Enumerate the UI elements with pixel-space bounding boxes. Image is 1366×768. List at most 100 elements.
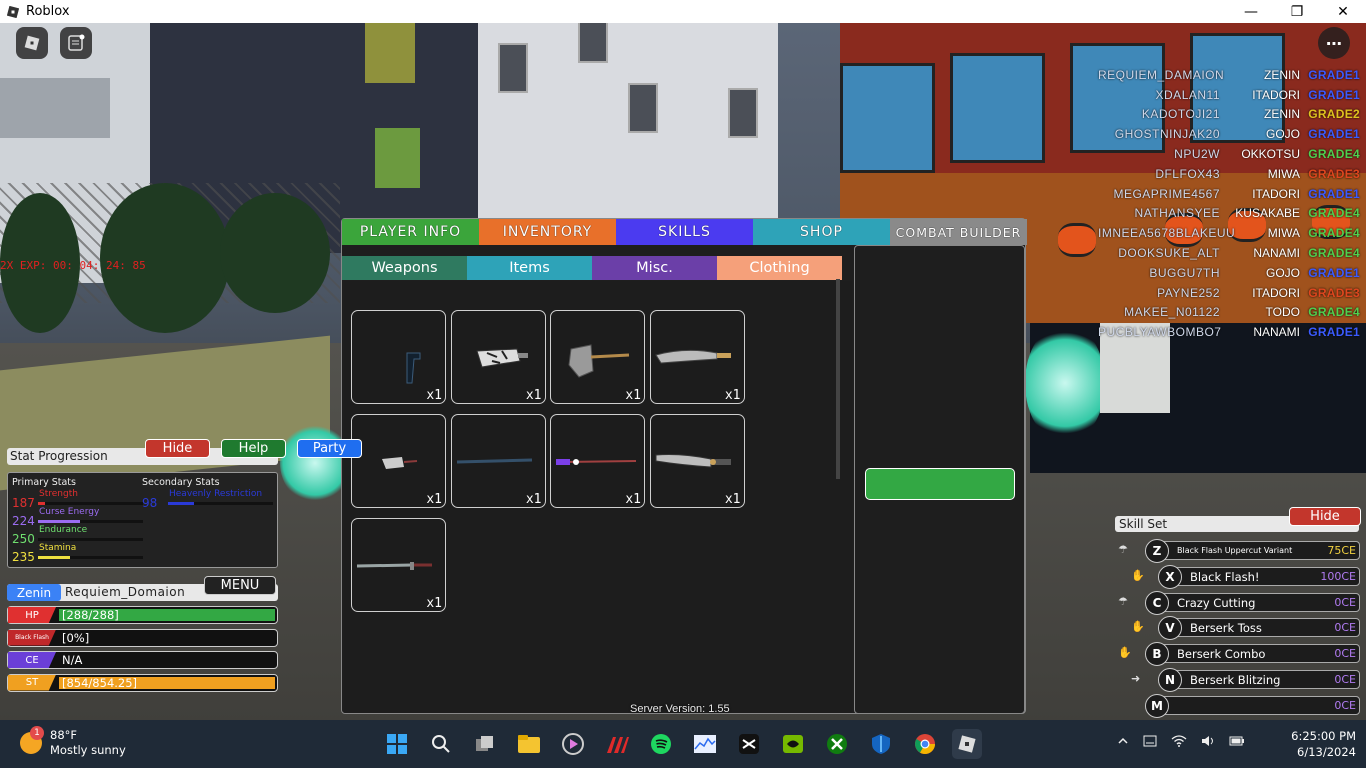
subtab-weapons[interactable]: Weapons — [342, 256, 467, 280]
bar-tag: HP — [8, 607, 56, 623]
skill-cost: 75CE — [1327, 544, 1356, 557]
primary-stats-label: Primary Stats — [12, 477, 76, 488]
player-bar-st: ST [854/854.25] — [7, 673, 278, 692]
restore-button[interactable]: ❐ — [1274, 0, 1320, 23]
stats-hide-button[interactable]: Hide — [145, 439, 210, 458]
skill-cost: 0CE — [1334, 698, 1356, 712]
item-quantity: x1 — [724, 492, 741, 507]
close-button[interactable]: ✕ — [1320, 0, 1366, 23]
leaderboard-row: REQUIEM_DAMAION ZENIN GRADE1 — [1098, 65, 1366, 85]
chevron-up-icon[interactable] — [1117, 735, 1129, 751]
inventory-scrollbar[interactable] — [836, 279, 840, 479]
item-quantity: x1 — [426, 596, 442, 611]
chrome-icon[interactable] — [910, 729, 940, 759]
leaderboard-clan: ZENIN — [1264, 107, 1300, 122]
leaderboard-clan: MIWA — [1267, 226, 1300, 241]
weather-badge: 1 — [30, 726, 44, 740]
leaderboard-row: DFLFOX43 MIWA GRADE3 — [1098, 164, 1366, 184]
defender-icon[interactable] — [866, 729, 896, 759]
leaderboard-row: MAKEE_N01122 TODO GRADE4 — [1098, 303, 1366, 323]
roblox-taskbar-icon[interactable] — [952, 729, 982, 759]
skill-slot-v[interactable]: V Berserk Toss 0CE — [1158, 616, 1360, 641]
weather-widget[interactable]: 1 88°F Mostly sunny — [20, 726, 126, 758]
tab-shop[interactable]: SHOP — [753, 219, 890, 245]
leaderboard-clan: ITADORI — [1252, 285, 1300, 300]
skill-key: B — [1145, 642, 1169, 667]
item-quantity: x1 — [426, 492, 442, 507]
leaderboard-row: MEGAPRIME4567 ITADORI GRADE1 — [1098, 184, 1366, 204]
inventory-slot[interactable]: x1 — [550, 414, 645, 508]
inventory-slot[interactable]: x1 — [649, 310, 745, 404]
exp-buff-timer: 2X EXP: 00: 04: 24: 85 — [0, 259, 146, 272]
leaderboard-row: KADOTOJI21 ZENIN GRADE2 — [1098, 105, 1366, 125]
skill-type-icon: ➜ — [1131, 672, 1141, 685]
menu-button[interactable]: MENU — [204, 576, 276, 595]
minimize-button[interactable]: — — [1228, 0, 1274, 23]
subtab-clothing[interactable]: Clothing — [717, 256, 842, 280]
leaderboard-grade: GRADE4 — [1308, 226, 1360, 241]
task-view-icon[interactable] — [470, 729, 500, 759]
tab-inventory[interactable]: INVENTORY — [479, 219, 616, 245]
player-bar-ce: CE N/A — [7, 651, 278, 669]
skill-slot-z[interactable]: Z Black Flash Uppercut Variant 75CE — [1145, 539, 1360, 563]
spotify-icon[interactable] — [646, 729, 676, 759]
leaderboard-grade: GRADE1 — [1308, 87, 1360, 102]
start-icon[interactable] — [382, 729, 412, 759]
chat-button[interactable] — [60, 27, 92, 59]
leaderboard-row: NATHANSYEE KUSAKABE GRADE4 — [1098, 204, 1366, 224]
equip-button[interactable] — [865, 468, 1015, 500]
volume-icon[interactable] — [1201, 735, 1215, 751]
leaderboard-grade: GRADE1 — [1308, 127, 1360, 142]
roblox-menu-button[interactable] — [16, 27, 48, 59]
media-player-icon[interactable] — [558, 729, 588, 759]
tab-combat-builder[interactable]: COMBAT BUILDER — [890, 219, 1027, 245]
skill-slot-x[interactable]: X Black Flash! 100CE — [1158, 564, 1360, 589]
leaderboard-player-name: REQUIEM_DAMAION — [1098, 67, 1225, 82]
inventory-slot[interactable]: x1 — [351, 518, 446, 612]
game-launcher-icon[interactable] — [602, 729, 632, 759]
battery-icon[interactable] — [1229, 735, 1245, 751]
skill-slot-c[interactable]: C Crazy Cutting 0CE — [1145, 590, 1360, 615]
weather-temp: 88°F — [50, 728, 77, 742]
inventory-slot[interactable]: x1 — [351, 414, 446, 508]
inventory-slot[interactable]: x1 — [450, 414, 546, 508]
leaderboard-grade: GRADE1 — [1308, 67, 1360, 82]
capcut-icon[interactable] — [734, 729, 764, 759]
inventory-slot[interactable]: x1 — [351, 310, 446, 404]
roblox-logo-icon — [6, 5, 20, 19]
party-button[interactable]: Party — [297, 439, 362, 458]
skill-slot-m[interactable]: M 0CE — [1145, 693, 1360, 718]
inventory-slot[interactable]: x1 — [450, 310, 546, 404]
file-explorer-icon[interactable] — [514, 729, 544, 759]
stat-name: Strength — [39, 489, 78, 499]
search-icon[interactable] — [426, 729, 456, 759]
tab-player-info[interactable]: PLAYER INFO — [342, 219, 479, 245]
xbox-icon[interactable] — [822, 729, 852, 759]
inventory-slot[interactable]: x1 — [550, 310, 645, 404]
item-quantity: x1 — [724, 388, 741, 403]
help-button[interactable]: Help — [221, 439, 286, 458]
wifi-icon[interactable] — [1171, 735, 1187, 751]
tab-skills[interactable]: SKILLS — [616, 219, 753, 245]
server-version: Server Version: 1.55 — [630, 703, 730, 715]
skill-slot-b[interactable]: B Berserk Combo 0CE — [1145, 642, 1360, 667]
taskbar-clock[interactable]: 6:25:00 PM 6/13/2024 — [1286, 728, 1356, 760]
leaderboard-grade: GRADE4 — [1308, 147, 1360, 162]
player-bar-black-flash: Black Flash [0%] — [7, 628, 278, 647]
nvidia-icon[interactable] — [778, 729, 808, 759]
inventory-slot[interactable]: x1 — [649, 414, 745, 508]
stat-bar — [38, 538, 143, 541]
skill-name: Crazy Cutting — [1177, 595, 1256, 610]
more-options-button[interactable]: ⋯ — [1318, 27, 1350, 59]
skill-slot-n[interactable]: N Berserk Blitzing 0CE — [1158, 668, 1360, 692]
leaderboard-grade: GRADE1 — [1308, 265, 1360, 280]
leaderboard-clan: ZENIN — [1264, 67, 1300, 82]
skills-hide-button[interactable]: Hide — [1289, 507, 1361, 526]
input-indicator-icon[interactable] — [1143, 735, 1157, 751]
leaderboard-row: GHOSTNINJAK20 GOJO GRADE1 — [1098, 124, 1366, 144]
subtab-items[interactable]: Items — [467, 256, 592, 280]
player-leaderboard: REQUIEM_DAMAION ZENIN GRADE1 XDALAN11 ITADOR… — [1098, 65, 1366, 342]
leaderboard-player-name: MEGAPRIME4567 — [1113, 186, 1220, 201]
resource-monitor-icon[interactable] — [690, 729, 720, 759]
subtab-misc[interactable]: Misc. — [592, 256, 717, 280]
